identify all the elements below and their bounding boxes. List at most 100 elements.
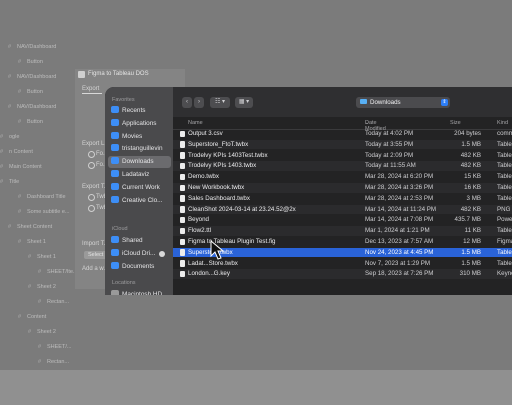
creative-cloud-icon xyxy=(111,195,119,203)
frame-icon: # xyxy=(18,119,22,125)
back-button[interactable]: ‹ xyxy=(182,97,192,108)
file-size: 12 MB xyxy=(463,238,481,245)
layer-row[interactable]: # Button xyxy=(18,55,43,69)
plugin-radio-2[interactable] xyxy=(88,162,95,169)
frame-icon: # xyxy=(18,209,22,215)
sidebar-item-applications[interactable]: Applications xyxy=(108,118,171,130)
layer-row[interactable]: # Sheet 1 xyxy=(18,235,46,249)
file-kind: Tablea xyxy=(497,140,512,148)
layer-row[interactable]: # Rectan... xyxy=(38,355,69,369)
sidebar-item-label: Downloads xyxy=(122,158,154,166)
layer-row[interactable]: # Sheet 1 xyxy=(28,250,56,264)
layer-row[interactable]: # Rectan... xyxy=(38,295,69,309)
file-row[interactable]: Trodelvy KPIs 1403.twbx Today at 11:55 AM… xyxy=(173,161,512,171)
group-button[interactable]: ▦ ▾ xyxy=(235,97,253,108)
file-row[interactable]: Superstore_FtoT.twbx Today at 3:55 PM 1.5 … xyxy=(173,139,512,150)
file-size: 1.5 MB xyxy=(461,140,481,148)
plugin-radio-4[interactable] xyxy=(88,205,95,212)
layer-row[interactable]: # Button xyxy=(18,85,43,99)
layer-row[interactable]: # Dashboard Title xyxy=(18,190,66,204)
favorites-heading: Favorites xyxy=(112,97,135,103)
file-row[interactable]: Output 3.csv Today at 4:02 PM 204 bytes com… xyxy=(173,129,512,139)
file-row[interactable]: London...G.key Sep 18, 2023 at 7:26 PM 310… xyxy=(173,269,512,279)
file-row[interactable]: Demo.twbx Mar 28, 2024 at 6:20 PM 15 KB Tab… xyxy=(173,172,512,182)
sidebar-item-recents[interactable]: Recents xyxy=(108,105,171,117)
plugin-select-button[interactable]: Select xyxy=(84,251,108,259)
file-kind: Keyno xyxy=(497,270,512,278)
layer-label: NAV/Dashboard xyxy=(17,74,57,80)
file-date: Mar 14, 2024 at 11:24 PM xyxy=(365,205,437,213)
file-date: Nov 7, 2023 at 1:29 PM xyxy=(365,259,431,267)
file-row[interactable]: New Workbook.twbx Mar 28, 2024 at 3:26 PM… xyxy=(173,183,512,193)
sidebar-item-creative-clo[interactable]: Creative Clo... xyxy=(108,195,171,207)
location-select[interactable]: Downloads ⇕ xyxy=(356,97,450,108)
layer-row[interactable]: # NAV/Dashboard xyxy=(8,70,56,84)
file-size: 310 MB xyxy=(459,270,481,278)
layer-label: Content xyxy=(27,314,47,320)
file-kind: Tablea xyxy=(497,194,512,202)
sidebar-item-icloud-dri[interactable]: iCloud Dri... xyxy=(108,248,171,260)
file-kind: PNG im xyxy=(497,205,512,213)
file-icon xyxy=(180,260,185,267)
layer-label: NAV/Dashboard xyxy=(17,104,57,110)
column-size[interactable]: Size xyxy=(450,120,461,126)
plugin-radio-1[interactable] xyxy=(88,151,95,158)
file-row[interactable]: CleanShot 2024-03-14 at 23.24.52@2x Mar 1… xyxy=(173,204,512,215)
file-kind: Tablea xyxy=(497,248,512,256)
file-date: Mar 1, 2024 at 1:21 PM xyxy=(365,227,430,235)
file-size: 482 KB xyxy=(460,205,481,213)
file-icon xyxy=(180,195,185,202)
file-row[interactable]: Beyond Mar 14, 2024 at 7:08 PM 435.7 MB Pow… xyxy=(173,215,512,225)
layer-row[interactable]: # ogle xyxy=(0,130,19,144)
file-name: Sales Dashboard.twbx xyxy=(188,194,250,202)
layer-row[interactable]: # NAV/Dashboard xyxy=(8,100,56,114)
layer-row[interactable]: # SHEET/Ite... xyxy=(38,265,78,279)
layer-row[interactable]: # NAV/Dashboard xyxy=(8,40,56,54)
file-row[interactable]: Ladat...Store.twbx Nov 7, 2023 at 1:29 PM… xyxy=(173,259,512,269)
sidebar-item-label: Ladataviz xyxy=(122,171,150,178)
layer-row[interactable]: # n Content xyxy=(0,145,33,159)
layer-row[interactable]: # Button xyxy=(18,115,43,129)
plugin-tab-export[interactable]: Export xyxy=(82,86,99,92)
layer-row[interactable]: # SHEET/... xyxy=(38,340,71,354)
column-name[interactable]: Name xyxy=(188,120,203,126)
plugin-radio-3[interactable] xyxy=(88,194,95,201)
sidebar-item-movies[interactable]: Movies xyxy=(108,131,171,143)
sidebar-item-label: Applications xyxy=(122,119,157,127)
file-row[interactable]: Trodelvy KPIs 1403Test.twbx Today at 2:09… xyxy=(173,151,512,161)
layer-label: Main Content xyxy=(9,164,42,170)
film-icon xyxy=(111,131,119,139)
file-row[interactable]: Sales Dashboard.twbx Mar 28, 2024 at 2:53… xyxy=(173,194,512,204)
layer-label: Button xyxy=(27,119,43,125)
forward-button[interactable]: › xyxy=(194,97,204,108)
layer-row[interactable]: # Main Content xyxy=(0,160,42,174)
sidebar-item-documents[interactable]: Documents xyxy=(108,261,171,273)
file-icon xyxy=(180,184,185,191)
layer-row[interactable]: # Some subtitle e... xyxy=(18,205,70,219)
column-kind[interactable]: Kind xyxy=(497,120,508,126)
file-size: 204 bytes xyxy=(454,130,481,137)
view-mode-button[interactable]: ☷ ▾ xyxy=(210,97,230,108)
folder-icon xyxy=(360,99,367,104)
sidebar-item-label: iCloud Dri... xyxy=(122,249,156,257)
layer-row[interactable]: # Sheet Content xyxy=(8,220,52,234)
layer-row[interactable]: # Sheet 2 xyxy=(28,325,56,339)
sidebar-item-shared[interactable]: Shared xyxy=(108,235,171,247)
file-row[interactable]: Flow2.ttl Mar 1, 2024 at 1:21 PM 11 KB Tabl… xyxy=(173,226,512,236)
file-size: 1.5 MB xyxy=(461,248,481,256)
sidebar-item-tristanguillevin[interactable]: tristanguillevin xyxy=(108,143,171,155)
dialog-sidebar: Favorites Recents Applications Movies trist… xyxy=(105,87,173,295)
layer-row[interactable]: # Content xyxy=(18,310,46,324)
file-name: Trodelvy KPIs 1403Test.twbx xyxy=(188,151,268,159)
clock-icon xyxy=(111,106,119,113)
sidebar-item-ladataviz[interactable]: Ladataviz xyxy=(108,169,171,181)
icloud-heading: iCloud xyxy=(112,226,128,232)
layer-row[interactable]: # Title xyxy=(0,175,19,189)
layer-label: Title xyxy=(9,179,20,185)
sidebar-item-downloads[interactable]: Downloads xyxy=(108,156,171,169)
frame-icon: # xyxy=(28,284,32,290)
sidebar-item-macintosh-hd[interactable]: Macintosh HD xyxy=(108,289,171,295)
file-icon xyxy=(180,238,185,245)
sidebar-item-current-work[interactable]: Current Work xyxy=(108,182,171,194)
layer-row[interactable]: # Sheet 2 xyxy=(28,280,56,294)
